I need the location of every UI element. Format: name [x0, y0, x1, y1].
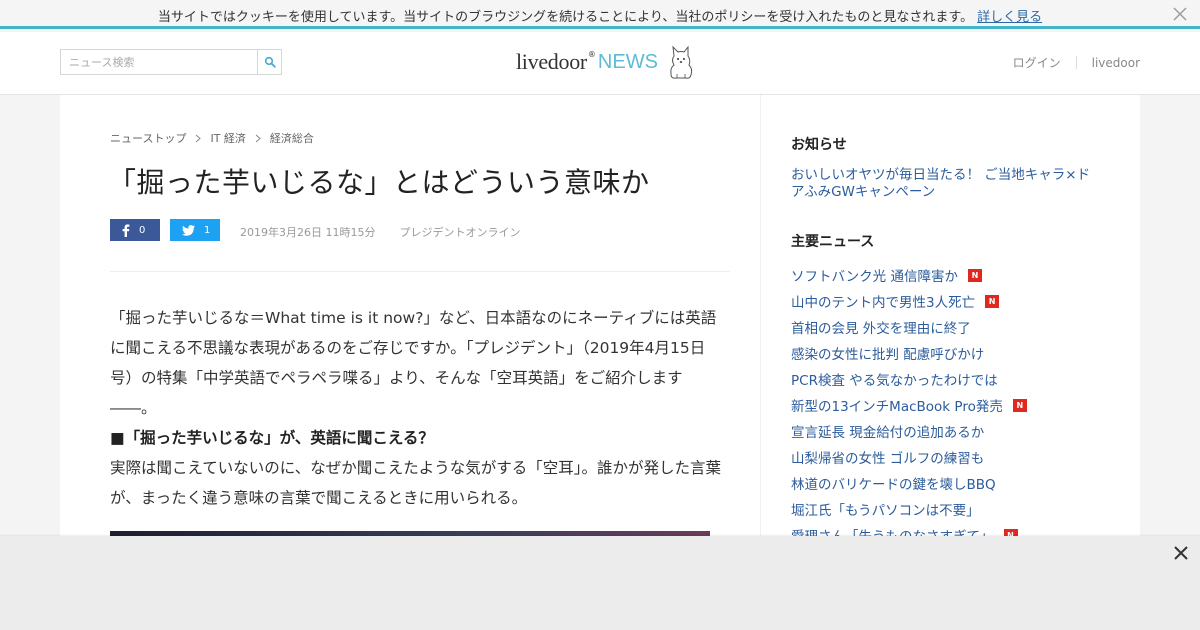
header-links: ログイン livedoor: [1013, 54, 1140, 71]
article-subheading: ■「掘った芋いじるな」が、英語に聞こえる？: [110, 429, 434, 447]
news-item[interactable]: 堀江氏「もうパソコンは不要」: [791, 496, 1027, 522]
notice-heading: お知らせ: [791, 137, 847, 153]
logo-mark: ®: [587, 49, 596, 59]
news-item[interactable]: 首相の会見 外交を理由に終了: [791, 314, 1027, 340]
ad-close-icon[interactable]: [1172, 544, 1190, 562]
search-button[interactable]: [257, 50, 281, 74]
facebook-icon: [122, 223, 130, 237]
new-badge: N: [967, 268, 982, 282]
ad-banner: [0, 536, 1200, 630]
news-item[interactable]: 林道のバリケードの鍵を壊しBBQ: [791, 470, 1027, 496]
article-date: 2019年3月26日 11時15分: [240, 226, 376, 239]
news-item-title: PCR検査 やる気なかったわけでは: [791, 373, 998, 389]
search-input[interactable]: [61, 50, 257, 74]
dog-mascot-icon: [670, 45, 693, 79]
chevron-right-icon: [196, 134, 202, 142]
article-body: 「掘った芋いじるな＝What time is it now?」など、日本語なのに…: [110, 303, 728, 513]
news-item-title: 山中のテント内で男性3人死亡: [791, 295, 976, 311]
news-item-title: 宣言延長 現金給付の追加あるか: [791, 425, 985, 441]
news-item-title: 新型の13インチMacBook Pro発売: [791, 399, 1003, 415]
notice-link[interactable]: おいしいオヤツが毎日当たる！ ご当地キャラ×ドアふみGWキャンペーン: [791, 167, 1101, 201]
facebook-share-button[interactable]: 0: [110, 219, 160, 241]
news-item-title: 堀江氏「もうパソコンは不要」: [791, 503, 980, 519]
site-logo[interactable]: livedoor ® NEWS: [516, 44, 696, 80]
news-item[interactable]: 宣言延長 現金給付の追加あるか: [791, 418, 1027, 444]
new-badge: N: [1012, 398, 1027, 412]
header-divider: [1075, 56, 1077, 69]
top-news-heading: 主要ニュース: [791, 234, 875, 250]
news-item[interactable]: ソフトバンク光 通信障害か N: [791, 262, 1027, 288]
cookie-message-text: 当サイトではクッキーを使用しています。当サイトのブラウジングを続けることにより、…: [157, 10, 974, 25]
news-item-title: 林道のバリケードの鍵を壊しBBQ: [791, 477, 996, 493]
news-item[interactable]: 山梨帰省の女性 ゴルフの練習も: [791, 444, 1027, 470]
article-title: 「掘った芋いじるな」とはどういう意味か: [108, 166, 650, 199]
cookie-banner: 当サイトではクッキーを使用しています。当サイトのブラウジングを続けることにより、…: [0, 0, 1200, 29]
livedoor-link[interactable]: livedoor: [1092, 56, 1140, 70]
breadcrumb-item-top[interactable]: ニューストップ: [110, 130, 186, 146]
sidebar: お知らせ おいしいオヤツが毎日当たる！ ご当地キャラ×ドアふみGWキャンペーン …: [760, 95, 1140, 545]
article-paragraph: 実際は聞こえていないのに、なぜか聞こえたような気がする「空耳」。誰かが発した言葉…: [110, 459, 722, 507]
article-meta: 2019年3月26日 11時15分 プレジデントオンライン: [240, 224, 520, 240]
article-column: ニューストップ IT 経済 経済総合 「掘った芋いじるな」とはどういう意味か 0…: [60, 95, 760, 551]
breadcrumb-item-economy[interactable]: 経済総合: [270, 130, 314, 146]
article-divider: [110, 271, 730, 272]
search-box: [60, 49, 282, 75]
cookie-details-link[interactable]: 詳しく見る: [977, 10, 1042, 25]
twitter-icon: [182, 224, 195, 236]
news-item-title: 感染の女性に批判 配慮呼びかけ: [791, 347, 985, 363]
new-badge: N: [985, 294, 1000, 308]
facebook-share-count: 0: [139, 224, 146, 236]
login-link[interactable]: ログイン: [1013, 54, 1061, 71]
news-item-title: 山梨帰省の女性 ゴルフの練習も: [791, 451, 985, 467]
site-header: livedoor®NEWS ログイン livedoor: [0, 32, 1200, 95]
news-item-title: 首相の会見 外交を理由に終了: [791, 321, 971, 337]
logo-news: NEWS: [597, 50, 658, 73]
twitter-share-count: 1: [204, 224, 211, 236]
news-item[interactable]: 山中のテント内で男性3人死亡 N: [791, 288, 1027, 314]
cookie-close-icon[interactable]: [1172, 6, 1188, 22]
breadcrumb: ニューストップ IT 経済 経済総合: [110, 130, 314, 146]
article-source[interactable]: プレジデントオンライン: [399, 226, 520, 239]
top-news-list: ソフトバンク光 通信障害か N 山中のテント内で男性3人死亡 N 首相の会見 外交を理由…: [791, 262, 1027, 548]
breadcrumb-item-it[interactable]: IT 経済: [210, 130, 245, 146]
news-item[interactable]: 感染の女性に批判 配慮呼びかけ: [791, 340, 1027, 366]
logo-livedoor: livedoor: [516, 49, 587, 74]
search-icon: [264, 56, 276, 68]
chevron-right-icon: [255, 134, 261, 142]
article-paragraph: 「掘った芋いじるな＝What time is it now?」など、日本語なのに…: [110, 309, 717, 417]
twitter-share-button[interactable]: 1: [170, 219, 220, 241]
news-item[interactable]: PCR検査 やる気なかったわけでは: [791, 366, 1027, 392]
news-item-title: ソフトバンク光 通信障害か: [791, 269, 958, 285]
cookie-message: 当サイトではクッキーを使用しています。当サイトのブラウジングを続けることにより、…: [0, 6, 1200, 25]
news-item[interactable]: 新型の13インチMacBook Pro発売 N: [791, 392, 1027, 418]
